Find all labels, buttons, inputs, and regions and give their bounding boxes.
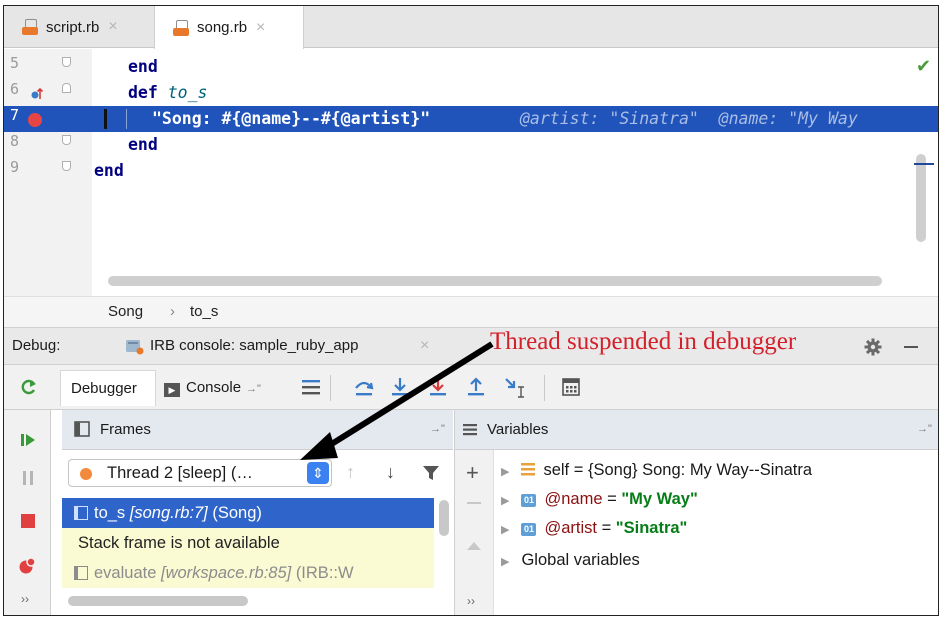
annotation-arrow [300,341,494,460]
ide-window: script.rb × song.rb × 5 6 7 8 9 end def … [3,5,939,616]
